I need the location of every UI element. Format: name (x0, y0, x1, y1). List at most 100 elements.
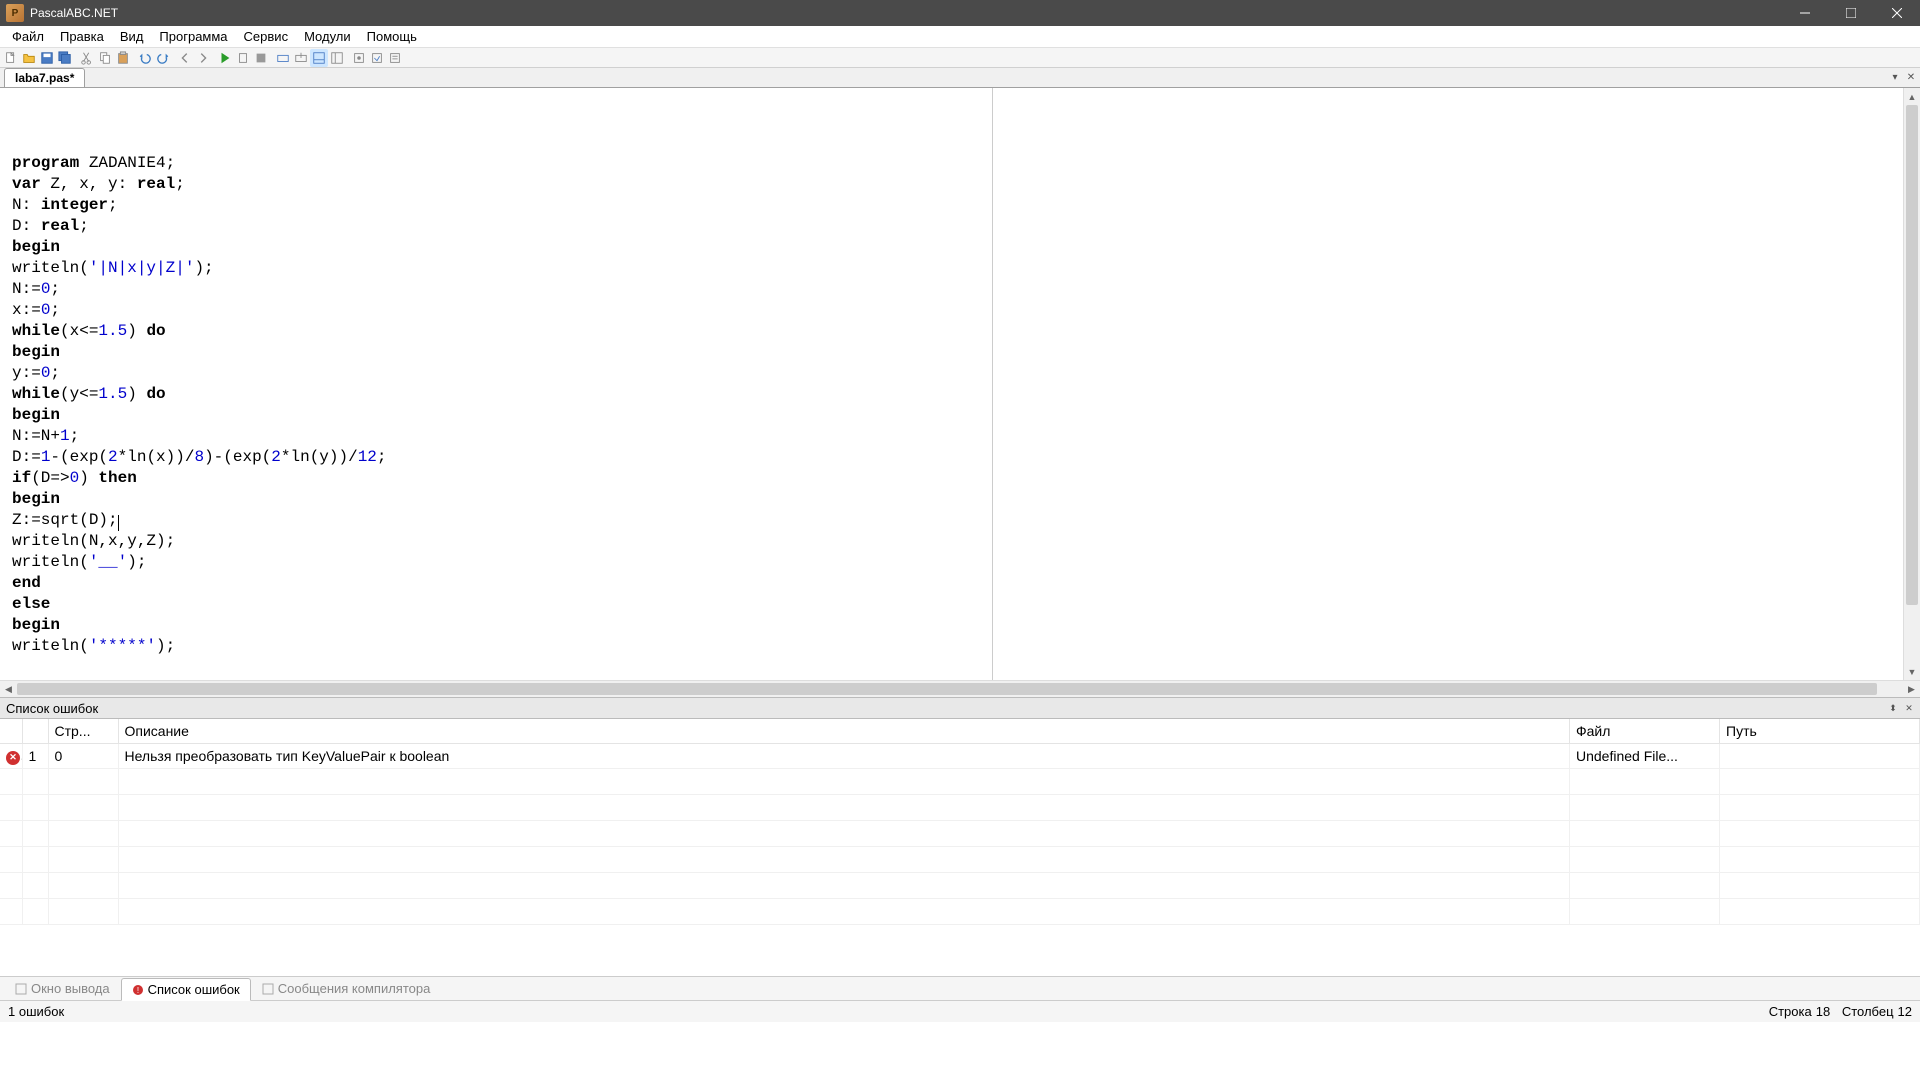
code-line[interactable]: writeln('|N|x|y|Z|'); (12, 258, 1920, 279)
paste-icon[interactable] (114, 49, 132, 67)
toggle-panel-icon[interactable] (328, 49, 346, 67)
code-line[interactable]: D: real; (12, 216, 1920, 237)
cut-icon[interactable] (78, 49, 96, 67)
code-line[interactable]: N:=0; (12, 279, 1920, 300)
code-line[interactable]: begin (12, 489, 1920, 510)
error-list[interactable]: Стр... Описание Файл Путь ✕10Нельзя прео… (0, 719, 1920, 976)
error-row-empty (0, 820, 1920, 846)
code-line[interactable]: Z:=sqrt(D); (12, 510, 1920, 531)
tab-errors[interactable]: ! Список ошибок (121, 978, 251, 1001)
options-icon[interactable] (386, 49, 404, 67)
code-line[interactable]: D:=1-(exp(2*ln(x))/8)-(exp(2*ln(y))/12; (12, 447, 1920, 468)
error-icon: ✕ (6, 751, 20, 765)
code-line[interactable]: begin (12, 342, 1920, 363)
scroll-up-icon[interactable]: ▲ (1904, 88, 1920, 105)
menu-service[interactable]: Сервис (236, 27, 297, 46)
maximize-button[interactable] (1828, 0, 1874, 26)
scroll-right-icon[interactable]: ▶ (1903, 684, 1920, 695)
panel-pin-icon[interactable]: ⬍ (1886, 701, 1900, 715)
editor-vscrollbar[interactable]: ▲ ▼ (1903, 88, 1920, 680)
app-icon: P (6, 4, 24, 22)
panel-close-icon[interactable]: ✕ (1902, 701, 1916, 715)
code-line[interactable]: begin (12, 405, 1920, 426)
navigate-back-icon[interactable] (176, 49, 194, 67)
toolbar (0, 48, 1920, 68)
status-col-value: 12 (1898, 1004, 1912, 1019)
menu-program[interactable]: Программа (151, 27, 235, 46)
titlebar: P PascalABC.NET (0, 0, 1920, 26)
compile-icon[interactable] (350, 49, 368, 67)
col-icon[interactable] (0, 719, 22, 744)
error-row-empty (0, 872, 1920, 898)
menu-file[interactable]: Файл (4, 27, 52, 46)
redo-icon[interactable] (154, 49, 172, 67)
statusbar: 1 ошибок Строка 18 Столбец 12 (0, 1000, 1920, 1022)
navigate-forward-icon[interactable] (194, 49, 212, 67)
close-button[interactable] (1874, 0, 1920, 26)
save-icon[interactable] (38, 49, 56, 67)
code-line[interactable]: begin (12, 237, 1920, 258)
menu-modules[interactable]: Модули (296, 27, 359, 46)
new-file-icon[interactable] (2, 49, 20, 67)
print-margin (992, 88, 993, 680)
undo-icon[interactable] (136, 49, 154, 67)
menu-edit[interactable]: Правка (52, 27, 112, 46)
code-line[interactable]: begin (12, 615, 1920, 636)
code-editor[interactable]: program ZADANIE4;var Z, x, y: real;N: in… (0, 88, 1920, 680)
step-over-icon[interactable] (274, 49, 292, 67)
menu-view[interactable]: Вид (112, 27, 152, 46)
bottom-tabbar: Окно вывода ! Список ошибок Сообщения ко… (0, 976, 1920, 1000)
run-no-debug-icon[interactable] (234, 49, 252, 67)
code-line[interactable]: var Z, x, y: real; (12, 174, 1920, 195)
hscroll-thumb[interactable] (17, 683, 1877, 695)
col-file[interactable]: Файл (1570, 719, 1720, 744)
code-line[interactable]: if(D=>0) then (12, 468, 1920, 489)
error-path (1720, 744, 1920, 769)
col-path[interactable]: Путь (1720, 719, 1920, 744)
error-row-empty (0, 768, 1920, 794)
col-line[interactable] (22, 719, 48, 744)
copy-icon[interactable] (96, 49, 114, 67)
tab-output[interactable]: Окно вывода (4, 977, 121, 1000)
save-all-icon[interactable] (56, 49, 74, 67)
status-line-label: Строка (1769, 1004, 1812, 1019)
toggle-output-icon[interactable] (310, 49, 328, 67)
scroll-left-icon[interactable]: ◀ (0, 684, 17, 695)
col-desc[interactable]: Описание (118, 719, 1570, 744)
step-into-icon[interactable] (292, 49, 310, 67)
build-icon[interactable] (368, 49, 386, 67)
editor-tab[interactable]: laba7.pas* (4, 68, 85, 87)
menu-help[interactable]: Помощь (359, 27, 425, 46)
error-row[interactable]: ✕10Нельзя преобразовать тип KeyValuePair… (0, 744, 1920, 769)
code-line[interactable]: while(y<=1.5) do (12, 384, 1920, 405)
code-line[interactable]: else (12, 594, 1920, 615)
errors-icon: ! (132, 984, 144, 996)
minimize-button[interactable] (1782, 0, 1828, 26)
app-title: PascalABC.NET (30, 6, 118, 20)
status-line-value: 18 (1816, 1004, 1830, 1019)
output-icon (15, 983, 27, 995)
code-line[interactable]: writeln(N,x,y,Z); (12, 531, 1920, 552)
code-line[interactable]: while(x<=1.5) do (12, 321, 1920, 342)
col-col[interactable]: Стр... (48, 719, 118, 744)
editor-wrap: program ZADANIE4;var Z, x, y: real;N: in… (0, 88, 1920, 697)
tab-dropdown-icon[interactable]: ▾ (1888, 70, 1902, 84)
code-line[interactable]: end (12, 573, 1920, 594)
editor-hscrollbar[interactable]: ◀ ▶ (0, 680, 1920, 697)
code-line[interactable]: N: integer; (12, 195, 1920, 216)
run-icon[interactable] (216, 49, 234, 67)
tabbar: laba7.pas* ▾ ✕ (0, 68, 1920, 88)
code-line[interactable]: writeln('*****'); (12, 636, 1920, 657)
tab-compiler[interactable]: Сообщения компилятора (251, 977, 442, 1000)
compiler-icon (262, 983, 274, 995)
scroll-down-icon[interactable]: ▼ (1904, 663, 1920, 680)
code-line[interactable]: program ZADANIE4; (12, 153, 1920, 174)
open-file-icon[interactable] (20, 49, 38, 67)
code-line[interactable]: N:=N+1; (12, 426, 1920, 447)
code-line[interactable]: y:=0; (12, 363, 1920, 384)
stop-icon[interactable] (252, 49, 270, 67)
tab-close-icon[interactable]: ✕ (1904, 70, 1918, 84)
code-line[interactable]: x:=0; (12, 300, 1920, 321)
code-line[interactable]: writeln('__'); (12, 552, 1920, 573)
vscroll-thumb[interactable] (1906, 105, 1918, 605)
